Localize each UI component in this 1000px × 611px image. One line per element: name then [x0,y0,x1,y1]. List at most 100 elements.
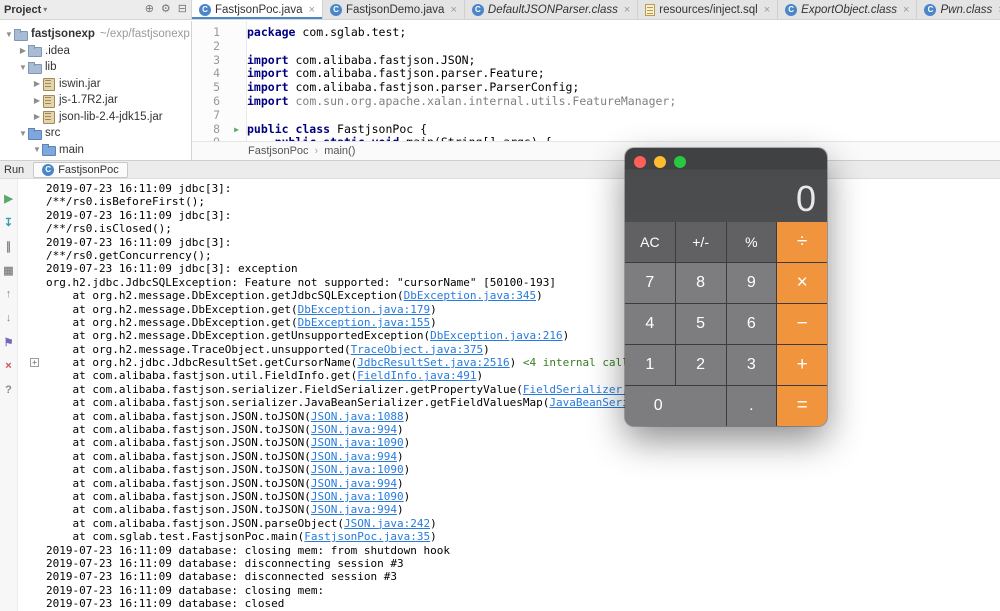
calc-key-1[interactable]: 1 [625,345,675,385]
console-link[interactable]: DbException.java:345 [404,289,536,302]
console-output[interactable]: 2019-07-23 16:11:09 jdbc[3]:/**/rs0.isBe… [18,179,1000,611]
calc-key-AC[interactable]: AC [625,222,675,262]
tree-item[interactable]: ▼ fastjsonexp ~/exp/fastjsonexp [0,26,191,43]
editor-line: 3 import com.alibaba.fastjson.JSON; [192,53,1000,68]
tab-close-icon[interactable]: × [764,4,770,16]
chevron-icon[interactable]: ▼ [18,63,28,72]
console-line: at com.alibaba.fastjson.JSON.toJSON(JSON… [28,503,1000,516]
run-toolwindow-label[interactable]: Run [0,164,33,176]
console-link[interactable]: JSON.java:994 [311,477,397,490]
calc-key-[interactable]: + [777,345,827,385]
chevron-icon[interactable]: ▶ [32,96,42,105]
chevron-icon[interactable]: ▼ [18,129,28,138]
chevron-icon[interactable]: ▶ [32,79,42,88]
tree-item[interactable]: ▶ .idea [0,43,191,60]
calc-key-[interactable]: = [777,386,827,426]
calc-key-[interactable]: +/- [675,222,726,262]
breadcrumb-item[interactable]: main() [324,145,355,157]
calc-key-[interactable]: ÷ [777,222,827,262]
calc-key-3[interactable]: 3 [726,345,777,385]
calc-key-9[interactable]: 9 [726,263,777,303]
tab-close-icon[interactable]: × [450,4,456,16]
chevron-down-icon[interactable]: ▾ [43,5,47,14]
editor-tab[interactable]: C ExportObject.class × [778,0,918,19]
console-link[interactable]: FastjsonPoc.java:35 [304,530,430,543]
code-editor[interactable]: 1 package com.sglab.test; 2 3 import com.ali… [192,21,1000,141]
scroll-to-end-button[interactable]: ↧ [1,210,17,234]
calc-key-[interactable]: % [726,222,777,262]
calc-key-5[interactable]: 5 [675,304,726,344]
run-config-tab[interactable]: C FastjsonPoc [33,161,128,178]
editor-tab-label: DefaultJSONParser.class [487,3,618,16]
console-line: 2019-07-23 16:11:09 database: closing me… [28,544,1000,557]
hide-panel-icon[interactable]: ⊟ [178,4,187,15]
close-window-icon[interactable] [634,156,646,168]
calculator-window[interactable]: 0 AC +/-% ÷ 7 8 9 × 4 5 6− 1 2 3 +0. = [625,148,827,426]
chevron-icon[interactable]: ▼ [32,145,42,154]
calc-key-6[interactable]: 6 [726,304,777,344]
project-view-selector[interactable]: Project [4,4,41,16]
locate-icon[interactable]: ⊕ [145,4,154,15]
console-link[interactable]: DbException.java:179 [298,303,430,316]
calculator-titlebar[interactable]: 0 [625,148,827,222]
calc-key-[interactable]: . [726,386,777,426]
tab-close-icon[interactable]: × [624,4,630,16]
close-button[interactable]: × [1,354,17,378]
tree-item[interactable]: ▶ js-1.7R2.jar [0,92,191,109]
tab-close-icon[interactable]: × [309,4,315,16]
console-link[interactable]: FieldInfo.java:491 [357,369,476,382]
tree-item[interactable]: ▼ lib [0,59,191,76]
editor-tab[interactable]: C DefaultJSONParser.class × [464,0,639,19]
editor-tab[interactable]: C FastjsonPoc.java × [192,0,324,19]
calc-key-4[interactable]: 4 [625,304,675,344]
chevron-icon[interactable]: ▼ [4,30,14,39]
pin-tab-button[interactable]: ⚑ [1,330,17,354]
restore-layout-button[interactable]: ▦ [1,258,17,282]
console-text: ) [403,436,411,450]
chevron-icon[interactable]: ▶ [32,112,42,121]
console-link[interactable]: DbException.java:155 [298,316,430,329]
console-text: at com.alibaba.fastjson.JSON.toJSON( [46,449,311,463]
console-link[interactable]: DbException.java:216 [430,329,562,342]
jar-icon [42,94,55,108]
rerun-button[interactable]: ▶ [1,186,17,210]
console-link[interactable]: JSON.java:994 [311,423,397,436]
tree-item-path: ~/exp/fastjsonexp [99,28,190,41]
calc-key-7[interactable]: 7 [625,263,675,303]
tree-item[interactable]: ▼ main [0,142,191,159]
minimize-window-icon[interactable] [654,156,666,168]
down-stack-trace-button[interactable]: ↓ [1,306,17,330]
console-link[interactable]: JSON.java:1090 [311,463,404,476]
calc-key-0[interactable]: 0 [625,386,726,426]
calc-key-8[interactable]: 8 [675,263,726,303]
fold-expand-icon[interactable]: + [30,358,39,368]
editor-tab-label: FastjsonDemo.java [346,3,445,16]
breadcrumb-item[interactable]: FastjsonPoc [248,145,309,157]
up-stack-trace-button[interactable]: ↑ [1,282,17,306]
editor-tab[interactable]: CPwn.class× [917,0,1000,19]
console-link[interactable]: JdbcResultSet.java:2516 [357,356,509,369]
calc-key-[interactable]: − [777,304,827,344]
console-link[interactable]: JSON.java:1090 [311,490,404,503]
console-link[interactable]: JSON.java:1088 [311,410,404,423]
editor-tab[interactable]: C FastjsonDemo.java × [323,0,465,19]
tab-close-icon[interactable]: × [903,4,909,16]
console-link[interactable]: JSON.java:994 [311,503,397,516]
zoom-window-icon[interactable] [674,156,686,168]
console-link[interactable]: JSON.java:994 [311,450,397,463]
tree-item[interactable]: ▼ src [0,125,191,142]
chevron-icon[interactable]: ▶ [18,46,28,55]
tree-item[interactable]: ▶ iswin.jar [0,76,191,93]
tree-item[interactable]: ▶ json-lib-2.4-jdk15.jar [0,109,191,126]
calc-key-2[interactable]: 2 [675,345,726,385]
run-line-icon[interactable]: ▶ [226,123,247,137]
help-button[interactable]: ? [1,378,17,402]
console-link[interactable]: TraceObject.java:375 [351,343,483,356]
editor-tab[interactable]: resources/inject.sql × [638,0,779,19]
console-link[interactable]: JSON.java:242 [344,517,430,530]
console-link[interactable]: JSON.java:1090 [311,436,404,449]
console-text: 2019-07-23 16:11:09 database: closing me… [46,543,450,557]
calc-key-[interactable]: × [777,263,827,303]
gear-icon[interactable]: ⚙ [161,4,171,15]
pause-output-button[interactable]: ∥ [1,234,17,258]
